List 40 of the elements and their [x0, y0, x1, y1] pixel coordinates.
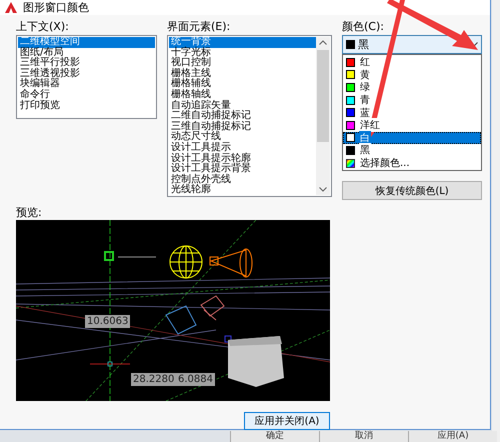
element-item[interactable]: 设计工具提示	[169, 142, 316, 154]
context-item[interactable]: 三维平行投影	[18, 58, 155, 69]
app-logo-icon	[5, 2, 17, 13]
element-item[interactable]: 视口控制	[169, 58, 316, 69]
color-option[interactable]: 青	[343, 94, 481, 106]
element-item[interactable]: 光线轮廓	[169, 185, 316, 196]
elements-label: 界面元素(E):	[167, 20, 232, 33]
element-item[interactable]: 动态尺寸线	[169, 132, 316, 143]
dimension-label: 28.2280	[131, 373, 176, 386]
scrollbar[interactable]	[316, 37, 330, 195]
color-option[interactable]: 白	[343, 132, 481, 144]
color-option[interactable]: 蓝	[343, 106, 481, 119]
apply-close-button[interactable]: 应用并关闭(A)	[244, 412, 330, 430]
window-title: 图形窗口颜色	[23, 0, 89, 15]
color-option[interactable]: 绿	[343, 81, 481, 94]
scroll-down-icon[interactable]	[319, 187, 327, 192]
element-item[interactable]: 栅格辅线	[169, 79, 316, 90]
context-item[interactable]: 命令行	[18, 90, 155, 101]
color-option[interactable]: 洋红	[343, 118, 481, 132]
context-item[interactable]: 块编辑器	[18, 79, 155, 90]
color-option[interactable]: 黄	[343, 68, 481, 82]
element-item[interactable]: 二维自动捕捉标记	[169, 111, 316, 122]
color-option[interactable]: 选择颜色...	[343, 156, 481, 170]
scroll-up-icon[interactable]	[319, 40, 327, 45]
color-label: 颜色(C):	[342, 20, 385, 33]
context-label: 上下文(X):	[16, 20, 70, 33]
dimension-label: 6.0884	[176, 373, 215, 386]
color-option[interactable]: 黑	[343, 144, 481, 157]
background-button[interactable]: 取消	[319, 431, 408, 442]
color-option[interactable]: 红	[343, 56, 481, 69]
preview-label: 预览:	[16, 206, 42, 219]
background-button[interactable]: 确定	[230, 431, 319, 442]
restore-colors-button[interactable]: 恢复传统颜色(L)	[342, 181, 482, 200]
palette-icon	[346, 158, 355, 168]
scroll-thumb[interactable]	[317, 50, 329, 142]
element-item[interactable]: 栅格轴线	[169, 90, 316, 101]
element-item[interactable]: 设计工具提示背景	[169, 164, 316, 175]
background-button[interactable]: 应用(A)	[408, 431, 497, 442]
context-item[interactable]: 打印预览	[18, 100, 155, 112]
dimension-label: 10.6063	[85, 315, 130, 328]
